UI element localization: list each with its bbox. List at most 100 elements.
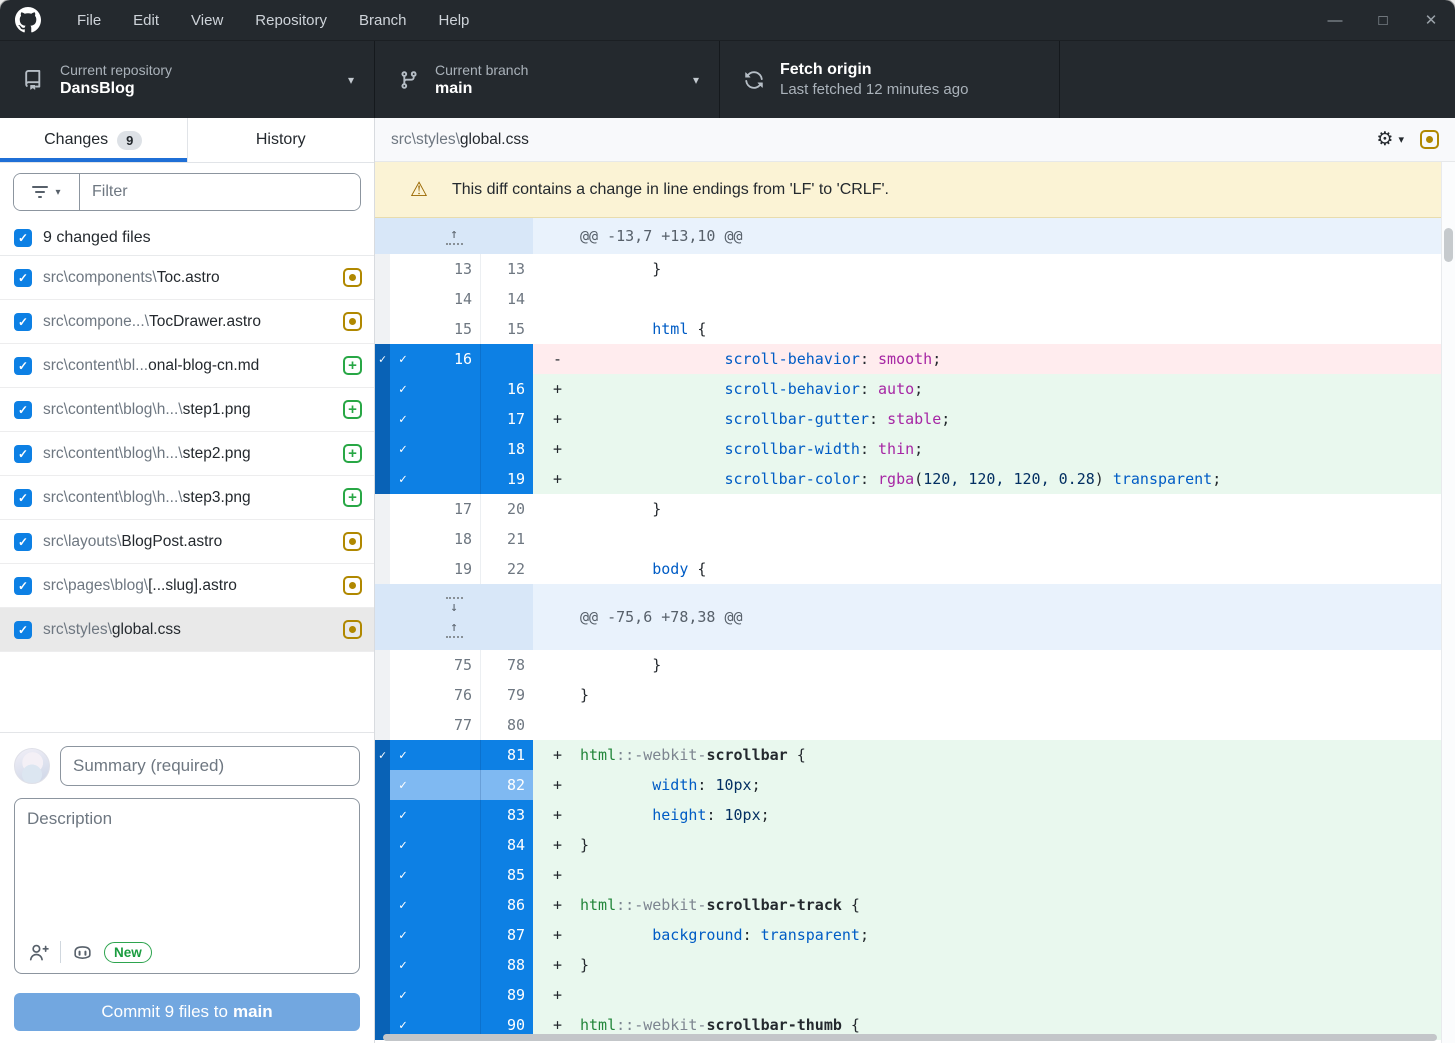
file-row[interactable]: ✓src\content\blog\h...\step3.png+ bbox=[0, 476, 374, 520]
line-gutter-new[interactable]: 18 bbox=[481, 434, 533, 464]
filter-input[interactable] bbox=[80, 174, 360, 210]
line-gutter-new[interactable]: 17 bbox=[481, 404, 533, 434]
line-gutter-old[interactable]: ✓ bbox=[390, 740, 481, 770]
line-gutter-old[interactable]: ✓ bbox=[390, 434, 481, 464]
line-gutter-new[interactable]: 89 bbox=[481, 980, 533, 1010]
line-gutter-old[interactable]: ✓ bbox=[390, 950, 481, 980]
tab-changes[interactable]: Changes 9 bbox=[0, 118, 188, 162]
hunk-select-strip[interactable] bbox=[375, 830, 390, 860]
diff-line-row: 7780 bbox=[375, 710, 1441, 740]
line-gutter-new: 20 bbox=[481, 494, 533, 524]
line-gutter-new[interactable]: 83 bbox=[481, 800, 533, 830]
code-token: :: bbox=[616, 1016, 634, 1034]
minimize-button[interactable]: — bbox=[1311, 0, 1359, 40]
vertical-scrollbar-thumb[interactable] bbox=[1444, 228, 1453, 262]
commit-button[interactable]: Commit 9 files to main bbox=[14, 993, 360, 1031]
new-line-number: 22 bbox=[507, 560, 525, 578]
menu-help[interactable]: Help bbox=[423, 7, 486, 34]
old-line-number: 77 bbox=[454, 716, 472, 734]
file-checkbox[interactable]: ✓ bbox=[14, 401, 32, 419]
hunk-select-strip[interactable] bbox=[375, 950, 390, 980]
hunk-select-strip[interactable] bbox=[375, 800, 390, 830]
file-checkbox[interactable]: ✓ bbox=[14, 533, 32, 551]
hunk-select-strip[interactable]: ✓ bbox=[375, 740, 390, 770]
file-row[interactable]: ✓src\pages\blog\[...slug].astro bbox=[0, 564, 374, 608]
hunk-select-strip[interactable] bbox=[375, 434, 390, 464]
line-gutter-old[interactable]: ✓16 bbox=[390, 344, 481, 374]
copilot-icon[interactable] bbox=[72, 942, 93, 963]
hunk-select-strip[interactable] bbox=[375, 404, 390, 434]
menu-view[interactable]: View bbox=[175, 7, 239, 34]
line-gutter-new[interactable]: 19 bbox=[481, 464, 533, 494]
hunk-select-strip[interactable] bbox=[375, 890, 390, 920]
code-token: html bbox=[580, 746, 616, 764]
current-branch-button[interactable]: Current branch main ▾ bbox=[375, 41, 720, 118]
line-gutter-old[interactable]: ✓ bbox=[390, 890, 481, 920]
expand-up-button[interactable]: ↑ bbox=[446, 621, 463, 638]
line-gutter-new[interactable]: 85 bbox=[481, 860, 533, 890]
file-checkbox[interactable]: ✓ bbox=[14, 269, 32, 287]
file-checkbox[interactable]: ✓ bbox=[14, 621, 32, 639]
file-row[interactable]: ✓src\styles\global.css bbox=[0, 608, 374, 652]
line-gutter-old[interactable]: ✓ bbox=[390, 830, 481, 860]
line-gutter-new[interactable]: 88 bbox=[481, 950, 533, 980]
modified-icon bbox=[343, 576, 362, 595]
chevron-down-icon: ▾ bbox=[55, 187, 60, 198]
maximize-button[interactable]: □ bbox=[1359, 0, 1407, 40]
expand-down-button[interactable]: ↓ bbox=[446, 597, 463, 614]
hunk-select-strip[interactable]: ✓ bbox=[375, 344, 390, 374]
hunk-select-strip[interactable] bbox=[375, 770, 390, 800]
menu-file[interactable]: File bbox=[61, 7, 117, 34]
line-gutter-new[interactable]: 87 bbox=[481, 920, 533, 950]
expand-up-button[interactable]: ↑ bbox=[446, 228, 463, 245]
file-row[interactable]: ✓src\content\bl...onal-blog-cn.md+ bbox=[0, 344, 374, 388]
fetch-origin-button[interactable]: Fetch origin Last fetched 12 minutes ago bbox=[720, 41, 1060, 118]
menu-repository[interactable]: Repository bbox=[239, 7, 343, 34]
file-checkbox[interactable]: ✓ bbox=[14, 357, 32, 375]
file-checkbox[interactable]: ✓ bbox=[14, 445, 32, 463]
line-gutter-old[interactable]: ✓ bbox=[390, 374, 481, 404]
commit-summary-input[interactable] bbox=[60, 746, 360, 786]
added-plus: + bbox=[348, 402, 357, 417]
code-token: { bbox=[842, 896, 860, 914]
file-checkbox[interactable]: ✓ bbox=[14, 489, 32, 507]
line-gutter-old[interactable]: ✓ bbox=[390, 980, 481, 1010]
file-row[interactable]: ✓src\layouts\BlogPost.astro bbox=[0, 520, 374, 564]
arrow-up-icon: ↑ bbox=[450, 228, 458, 241]
line-gutter-new[interactable]: 86 bbox=[481, 890, 533, 920]
tab-history[interactable]: History bbox=[188, 118, 375, 162]
file-row[interactable]: ✓src\content\blog\h...\step1.png+ bbox=[0, 388, 374, 432]
line-gutter-new[interactable]: 84 bbox=[481, 830, 533, 860]
line-gutter-old[interactable]: ✓ bbox=[390, 404, 481, 434]
file-checkbox[interactable]: ✓ bbox=[14, 577, 32, 595]
select-all-checkbox[interactable]: ✓ bbox=[14, 229, 32, 247]
line-gutter-old[interactable]: ✓ bbox=[390, 464, 481, 494]
filter-options-button[interactable]: ▾ bbox=[14, 174, 80, 210]
hunk-select-strip[interactable] bbox=[375, 980, 390, 1010]
hunk-select-strip[interactable] bbox=[375, 920, 390, 950]
file-row[interactable]: ✓src\components\Toc.astro bbox=[0, 256, 374, 300]
commit-description-input[interactable] bbox=[15, 799, 359, 917]
menu-branch[interactable]: Branch bbox=[343, 7, 423, 34]
close-button[interactable]: ✕ bbox=[1407, 0, 1455, 40]
horizontal-scrollbar-thumb[interactable] bbox=[383, 1034, 1437, 1041]
current-repository-button[interactable]: Current repository DansBlog ▾ bbox=[0, 41, 375, 118]
file-row[interactable]: ✓src\content\blog\h...\step2.png+ bbox=[0, 432, 374, 476]
line-gutter-new[interactable]: 16 bbox=[481, 374, 533, 404]
hunk-select-strip[interactable] bbox=[375, 374, 390, 404]
diff-line-row: 1515 html { bbox=[375, 314, 1441, 344]
line-gutter-new[interactable] bbox=[481, 344, 533, 374]
line-gutter-old[interactable]: ✓ bbox=[390, 800, 481, 830]
hunk-select-strip[interactable] bbox=[375, 860, 390, 890]
file-checkbox[interactable]: ✓ bbox=[14, 313, 32, 331]
line-gutter-new[interactable]: 82 bbox=[481, 770, 533, 800]
diff-options-button[interactable]: ⚙ ▾ bbox=[1376, 130, 1404, 149]
line-gutter-old[interactable]: ✓ bbox=[390, 770, 481, 800]
hunk-select-strip[interactable] bbox=[375, 464, 390, 494]
line-gutter-old[interactable]: ✓ bbox=[390, 860, 481, 890]
menu-edit[interactable]: Edit bbox=[117, 7, 175, 34]
add-coauthor-icon[interactable] bbox=[28, 942, 49, 963]
line-gutter-old[interactable]: ✓ bbox=[390, 920, 481, 950]
line-gutter-new[interactable]: 81 bbox=[481, 740, 533, 770]
file-row[interactable]: ✓src\compone...\TocDrawer.astro bbox=[0, 300, 374, 344]
